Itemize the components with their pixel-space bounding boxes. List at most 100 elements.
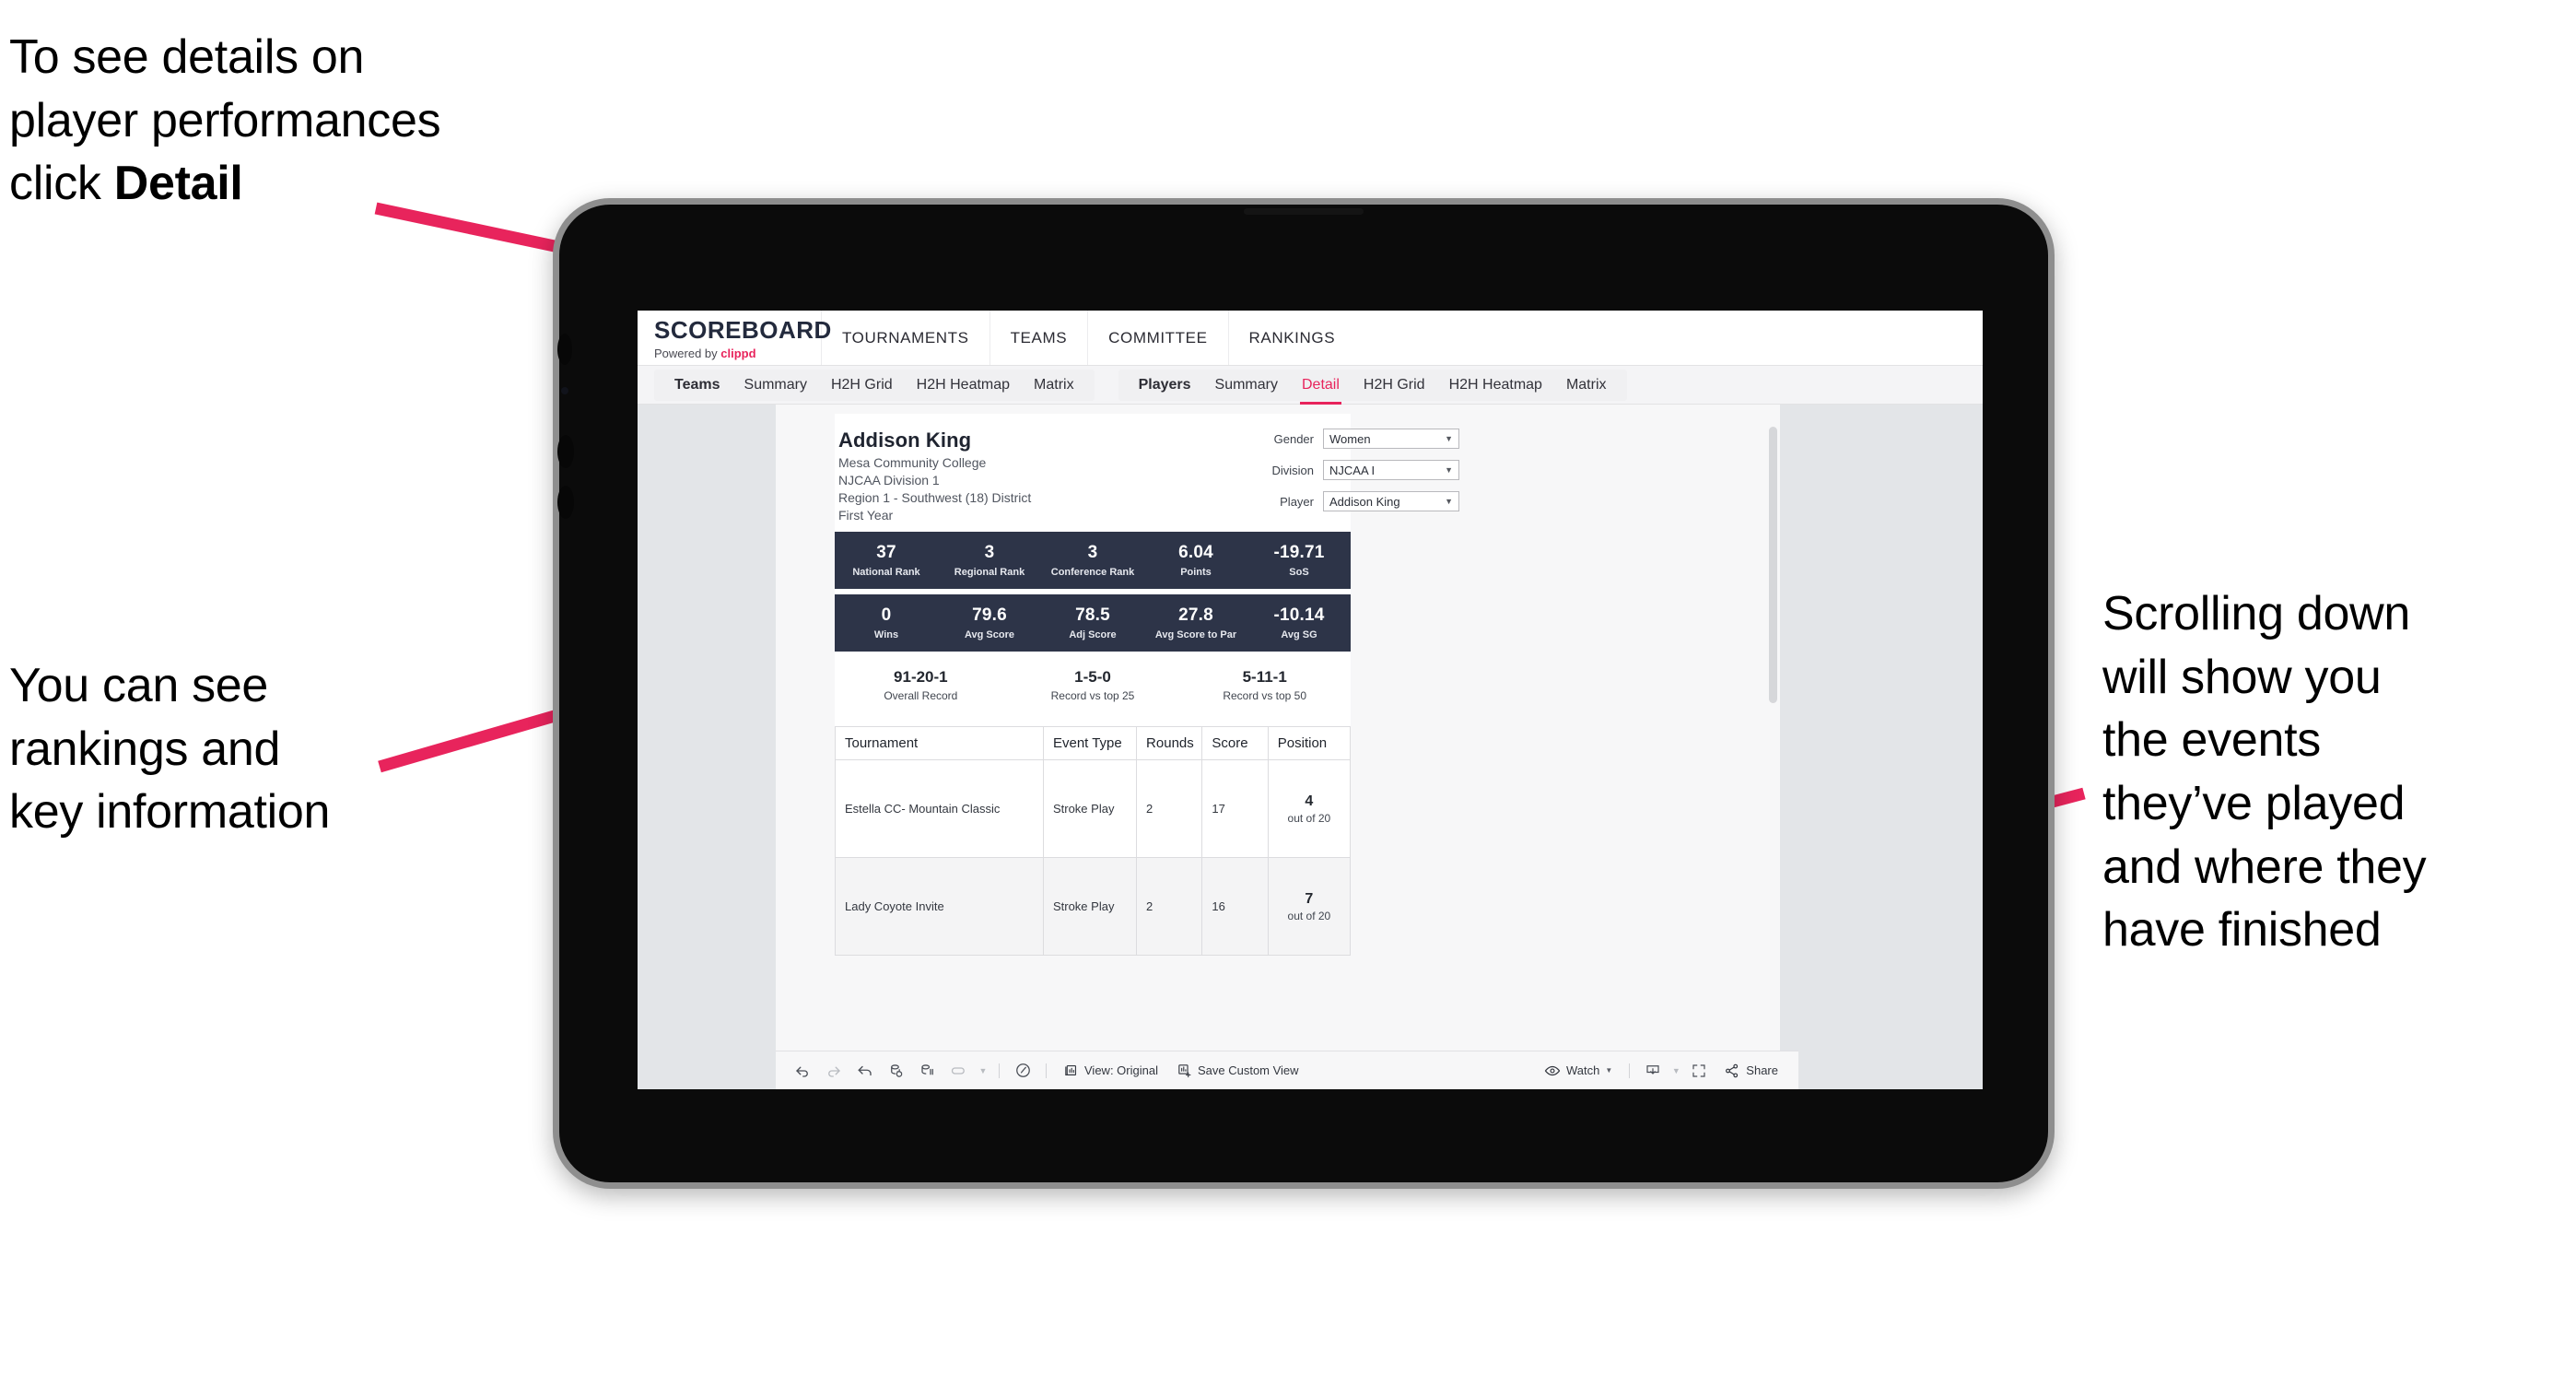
revert-icon[interactable]: [849, 1059, 881, 1083]
filter-value-division: NJCAA I: [1329, 463, 1376, 477]
stat-label: National Rank: [852, 567, 920, 578]
tab-teams-summary[interactable]: Summary: [744, 373, 807, 397]
record-value: 1-5-0: [1074, 668, 1111, 686]
undo-icon[interactable]: [787, 1059, 818, 1083]
column-header-position[interactable]: Position: [1267, 726, 1352, 760]
fullscreen-icon[interactable]: [1683, 1059, 1715, 1083]
position-out-of: out of 20: [1287, 811, 1331, 825]
stat-label: Avg Score to Par: [1154, 629, 1237, 640]
toolbar-divider: [999, 1063, 1000, 1078]
chevron-down-icon[interactable]: ▼: [975, 1059, 991, 1083]
tab-players-h2h-grid[interactable]: H2H Grid: [1364, 373, 1425, 397]
column-header-event-type[interactable]: Event Type: [1042, 726, 1138, 760]
table-row[interactable]: Lady Coyote Invite Stroke Play 2 16 7 ou…: [835, 857, 1352, 956]
powered-by-text: Powered by: [654, 346, 721, 360]
pause-auto-update-icon[interactable]: [943, 1059, 975, 1083]
tab-players-matrix[interactable]: Matrix: [1566, 373, 1607, 397]
redo-icon[interactable]: [818, 1059, 849, 1083]
chevron-down-icon: ▼: [1445, 434, 1453, 443]
cell-event-type: Stroke Play: [1042, 857, 1138, 956]
record-summary-row: 91-20-1 Overall Record 1-5-0 Record vs t…: [835, 666, 1351, 711]
record-vs-top-25: 1-5-0 Record vs top 25: [1007, 668, 1179, 702]
top-navigation-bar: SCOREBOARD Powered by clippd TOURNAMENTS…: [638, 311, 1983, 366]
record-label: Overall Record: [884, 689, 958, 702]
filter-label-division: Division: [1271, 463, 1314, 477]
tab-teams-h2h-grid[interactable]: H2H Grid: [831, 373, 893, 397]
tab-players[interactable]: Players: [1139, 373, 1191, 397]
column-header-score[interactable]: Score: [1201, 726, 1269, 760]
topnav-item-teams[interactable]: TEAMS: [990, 311, 1089, 365]
annotation-scroll-note: Scrolling down will show you the events …: [2102, 587, 2427, 957]
stat-national-rank: 37 National Rank: [835, 532, 938, 589]
slide-canvas: To see details on player performances cl…: [0, 0, 2576, 1386]
sub-navigation-bar: Teams Summary H2H Grid H2H Heatmap Matri…: [638, 366, 1983, 405]
annotation-rankings-note: You can see rankings and key information: [9, 659, 331, 840]
brand-logo[interactable]: SCOREBOARD Powered by clippd: [638, 311, 832, 365]
tab-teams[interactable]: Teams: [674, 373, 720, 397]
share-label: Share: [1746, 1063, 1778, 1077]
chevron-down-icon[interactable]: ▼: [1669, 1059, 1683, 1083]
cell-score: 17: [1201, 759, 1269, 858]
column-header-tournament[interactable]: Tournament: [835, 726, 1044, 760]
filter-value-gender: Women: [1329, 431, 1371, 446]
cell-rounds: 2: [1136, 759, 1203, 858]
cell-position: 4 out of 20: [1267, 759, 1352, 858]
column-header-rounds[interactable]: Rounds: [1136, 726, 1203, 760]
filter-select-player[interactable]: Addison King ▼: [1323, 491, 1459, 511]
stat-value: 79.6: [972, 605, 1007, 625]
stat-label: Wins: [873, 629, 899, 640]
tabgroup-teams: Teams Summary H2H Grid H2H Heatmap Matri…: [654, 369, 1095, 401]
device-button-volume-up[interactable]: [557, 435, 574, 468]
topnav-item-committee[interactable]: COMMITTEE: [1088, 311, 1229, 365]
filter-select-gender[interactable]: Women ▼: [1323, 429, 1459, 449]
stat-value: 78.5: [1075, 605, 1110, 625]
brand-title: SCOREBOARD: [654, 315, 832, 344]
topnav-item-rankings[interactable]: RANKINGS: [1229, 311, 1356, 365]
refresh-data-icon[interactable]: [881, 1059, 912, 1083]
watch-button[interactable]: Watch ▼: [1535, 1063, 1622, 1079]
watch-label: Watch: [1566, 1063, 1600, 1077]
stat-value: -19.71: [1273, 543, 1325, 562]
share-button[interactable]: Share: [1715, 1063, 1787, 1079]
toolbar-divider: [1629, 1063, 1631, 1078]
cell-rounds: 2: [1136, 857, 1203, 956]
position-number: 4: [1305, 793, 1314, 809]
tab-players-h2h-heatmap[interactable]: H2H Heatmap: [1449, 373, 1542, 397]
stat-sos: -19.71 SoS: [1247, 532, 1351, 589]
save-custom-view-label: Save Custom View: [1197, 1063, 1299, 1077]
dashboard-work-area: Gender Women ▼ Division NJCAA I ▼ Player…: [638, 405, 1983, 1089]
tablet-device-frame: SCOREBOARD Powered by clippd TOURNAMENTS…: [553, 198, 2055, 1189]
download-icon[interactable]: [1637, 1059, 1669, 1083]
vertical-scrollbar[interactable]: [1769, 427, 1777, 703]
tab-teams-matrix[interactable]: Matrix: [1034, 373, 1074, 397]
pause-refresh-icon[interactable]: [912, 1059, 943, 1083]
topnav-item-tournaments[interactable]: TOURNAMENTS: [822, 311, 990, 365]
stat-regional-rank: 3 Regional Rank: [938, 532, 1041, 589]
chevron-down-icon: ▼: [1605, 1066, 1613, 1075]
stat-label: Points: [1180, 567, 1212, 578]
stat-label: SoS: [1289, 567, 1309, 578]
cell-tournament: Estella CC- Mountain Classic: [835, 759, 1044, 858]
stat-adj-score: 78.5 Adj Score: [1041, 594, 1144, 652]
device-button-volume-down[interactable]: [557, 486, 574, 519]
tab-players-summary[interactable]: Summary: [1215, 373, 1278, 397]
stat-label: Avg SG: [1281, 629, 1317, 640]
tab-players-detail[interactable]: Detail: [1299, 373, 1341, 405]
cell-position: 7 out of 20: [1267, 857, 1352, 956]
chevron-down-icon: ▼: [1445, 465, 1453, 475]
stat-value: 37: [876, 543, 896, 562]
stat-value: 3: [1087, 543, 1098, 562]
save-custom-view-button[interactable]: Save Custom View: [1167, 1063, 1308, 1078]
stat-label: Conference Rank: [1050, 567, 1135, 578]
view-original-label: View: Original: [1084, 1063, 1158, 1077]
view-original-button[interactable]: View: Original: [1054, 1063, 1167, 1078]
record-value: 91-20-1: [894, 668, 948, 686]
tab-teams-h2h-heatmap[interactable]: H2H Heatmap: [917, 373, 1010, 397]
annotation-detail-note: To see details on player performances cl…: [9, 26, 636, 216]
camera-icon: [1244, 208, 1364, 215]
table-row[interactable]: Estella CC- Mountain Classic Stroke Play…: [835, 759, 1352, 858]
device-button-top[interactable]: [557, 334, 572, 365]
stat-label: Avg Score: [964, 629, 1014, 640]
pause-clock-icon[interactable]: [1007, 1059, 1038, 1083]
filter-select-division[interactable]: NJCAA I ▼: [1323, 460, 1459, 480]
